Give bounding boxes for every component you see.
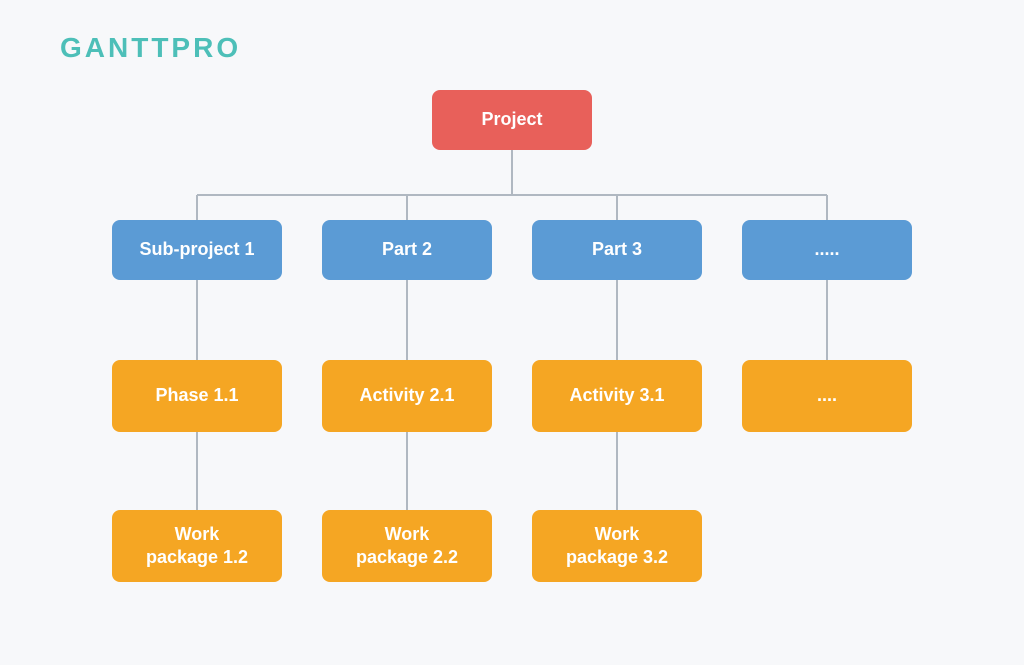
node-dots1: .....: [742, 220, 912, 280]
level-1-row: Sub-project 1 Part 2 Part 3 .....: [0, 220, 1024, 280]
col-l3-1: Workpackage 1.2: [112, 510, 282, 582]
level-2-row: Phase 1.1 Activity 2.1 Activity 3.1 ....: [0, 360, 1024, 432]
node-phase11: Phase 1.1: [112, 360, 282, 432]
node-dots2: ....: [742, 360, 912, 432]
col-3: Part 3: [532, 220, 702, 280]
col-l2-4: ....: [742, 360, 912, 432]
node-wp12: Workpackage 1.2: [112, 510, 282, 582]
node-activity31: Activity 3.1: [532, 360, 702, 432]
level-0-row: Project: [0, 90, 1024, 150]
col-l2-2: Activity 2.1: [322, 360, 492, 432]
col-l2-1: Phase 1.1: [112, 360, 282, 432]
col-1: Sub-project 1: [112, 220, 282, 280]
node-part2: Part 2: [322, 220, 492, 280]
level-3-row: Workpackage 1.2 Workpackage 2.2 Workpack…: [0, 510, 1024, 582]
col-4: .....: [742, 220, 912, 280]
col-l3-4: [742, 510, 912, 582]
logo: GANTTPRO: [60, 32, 241, 64]
node-subproject1: Sub-project 1: [112, 220, 282, 280]
col-l3-2: Workpackage 2.2: [322, 510, 492, 582]
node-wp22: Workpackage 2.2: [322, 510, 492, 582]
col-2: Part 2: [322, 220, 492, 280]
page: GANTTPRO: [0, 0, 1024, 665]
org-chart: Project Sub-project 1 Part 2 Part 3 ....…: [0, 90, 1024, 665]
node-activity21: Activity 2.1: [322, 360, 492, 432]
col-l2-3: Activity 3.1: [532, 360, 702, 432]
node-wp32: Workpackage 3.2: [532, 510, 702, 582]
node-project: Project: [432, 90, 592, 150]
col-l3-3: Workpackage 3.2: [532, 510, 702, 582]
node-part3: Part 3: [532, 220, 702, 280]
